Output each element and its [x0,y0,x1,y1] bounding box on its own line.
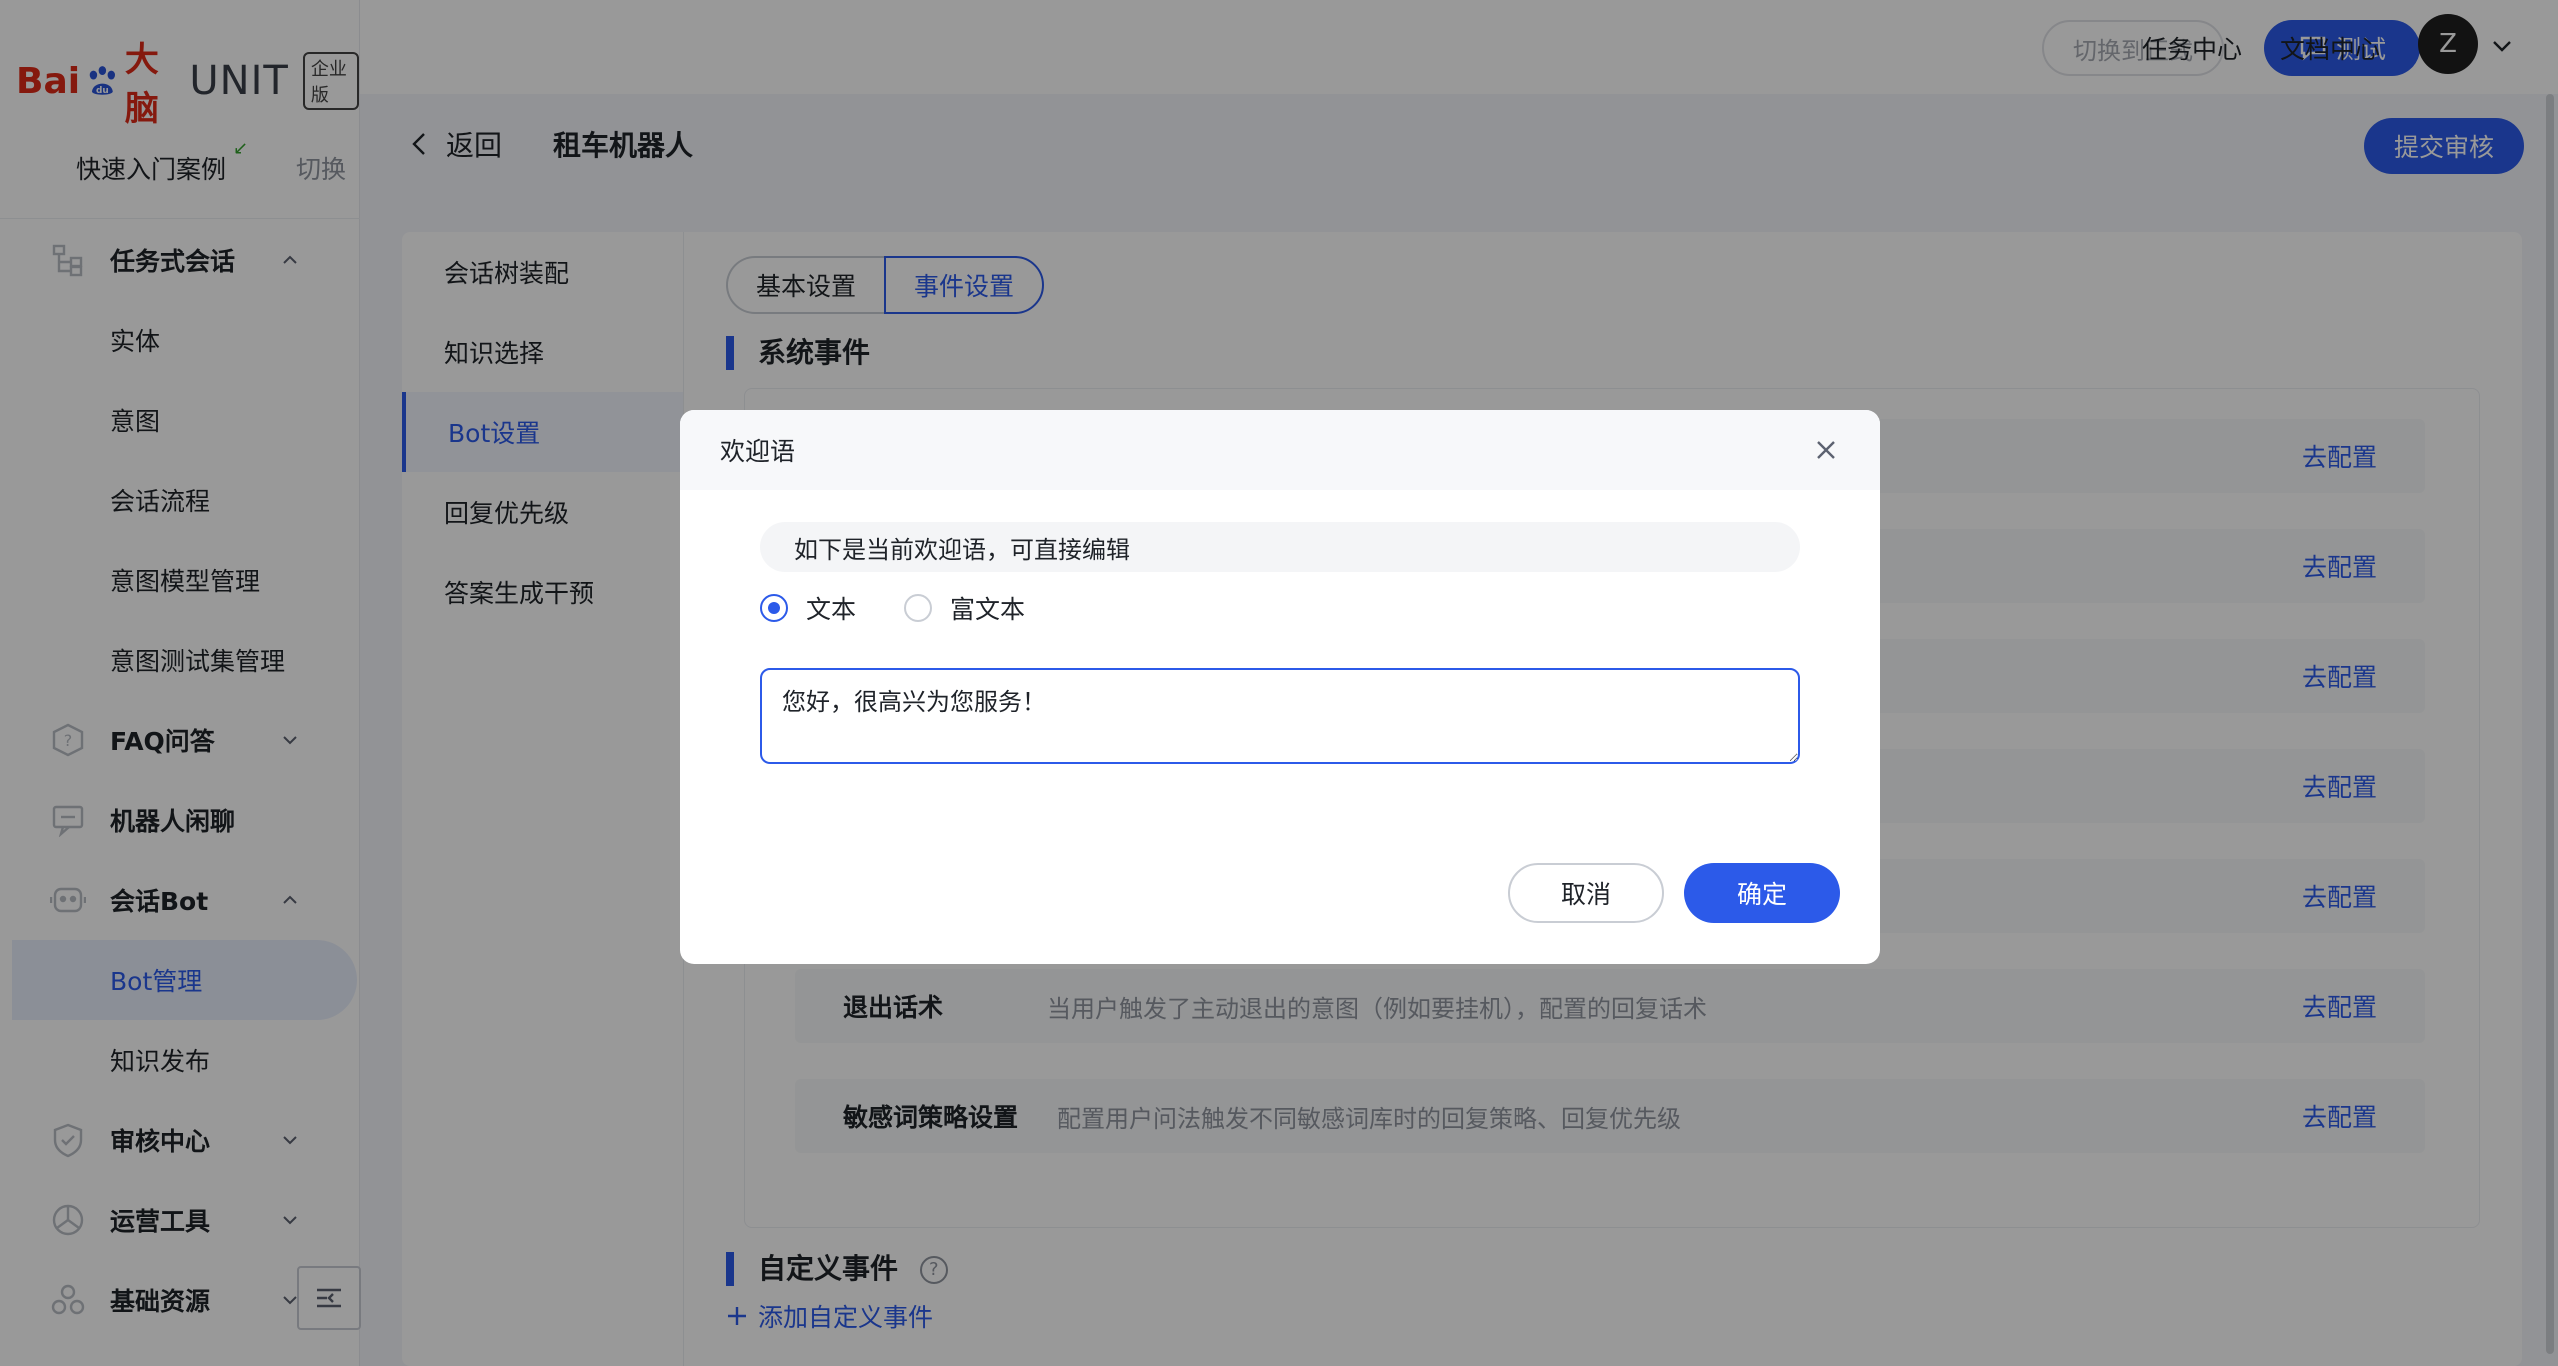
dialog-title: 欢迎语 [720,437,796,466]
message-type-radio-group: 文本 富文本 [760,590,1073,626]
close-icon[interactable] [1812,436,1840,464]
radio-rich-text[interactable] [904,594,933,622]
radio-text[interactable] [760,594,788,622]
radio-text-label[interactable]: 文本 [806,590,856,626]
radio-rich-text-label[interactable]: 富文本 [950,590,1025,626]
dialog-notice: 如下是当前欢迎语，可直接编辑 [760,522,1800,572]
cancel-button[interactable]: 取消 [1508,863,1664,923]
confirm-button[interactable]: 确定 [1684,863,1840,923]
welcome-message-dialog: 欢迎语 如下是当前欢迎语，可直接编辑 文本 富文本 您好，很高兴为您服务！ 取消… [680,410,1880,964]
dialog-header: 欢迎语 [680,410,1880,490]
welcome-message-textarea[interactable]: 您好，很高兴为您服务！ [760,668,1800,764]
